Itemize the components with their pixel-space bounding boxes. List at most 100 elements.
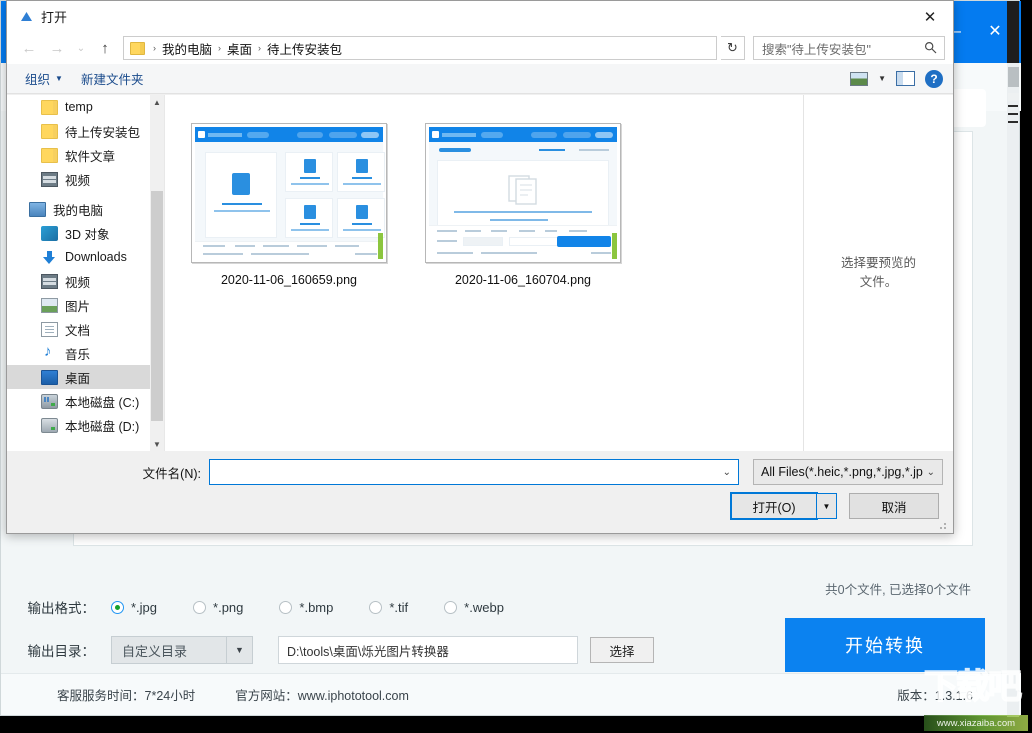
recent-locations-button[interactable]: ⌄ (71, 35, 91, 61)
cancel-button[interactable]: 取消 (849, 493, 939, 519)
output-dir-label: 输出目录： (1, 640, 111, 660)
radio-jpg[interactable]: *.jpg (111, 600, 157, 615)
tree-item-label: 图片 (65, 296, 90, 315)
breadcrumb-item-1[interactable]: 桌面 (227, 39, 252, 58)
chevron-down-icon[interactable]: ▼ (878, 74, 886, 83)
up-one-level-button[interactable]: ↑ (91, 35, 119, 61)
dialog-title: 打开 (41, 7, 67, 26)
list-item[interactable]: 2020-11-06_160704.png (423, 123, 623, 287)
organize-label: 组织 (25, 69, 50, 88)
chevron-down-icon: ▼ (55, 74, 63, 83)
dialog-close-icon[interactable]: ✕ (907, 1, 953, 32)
output-dir-mode-select[interactable]: 自定义目录 ▼ (111, 636, 253, 664)
open-dropdown-button[interactable]: ▼ (817, 493, 837, 519)
mini-footer-line (437, 230, 457, 232)
mini-title-text (208, 133, 242, 137)
open-button[interactable]: 打开(O) (731, 493, 817, 519)
footer-service-hours: 客服服务时间：7*24小时 (57, 685, 195, 704)
app-logo-icon (19, 10, 33, 24)
list-item[interactable]: 2020-11-06_160659.png (189, 123, 389, 287)
resize-grip[interactable] (939, 520, 949, 530)
mini-card (337, 198, 385, 238)
scroll-thumb[interactable] (151, 191, 163, 421)
tree-item-local-disk-d[interactable]: 本地磁盘 (D:) (7, 413, 164, 437)
mini-card (285, 198, 333, 238)
tree-item-music[interactable]: 音乐 (7, 341, 164, 365)
tree-item-documents[interactable]: 文档 (7, 317, 164, 341)
mini-footer-line (297, 245, 327, 247)
radio-dot-icon (111, 601, 124, 614)
mini-title-text (442, 133, 476, 137)
file-thumbnail[interactable] (191, 123, 387, 263)
tree-item-software-articles[interactable]: 软件文章 (7, 143, 164, 167)
mini-action (579, 149, 609, 151)
breadcrumb-item-0[interactable]: 我的电脑 (162, 39, 212, 58)
mini-footer-line (235, 245, 255, 247)
organize-menu[interactable]: 组织 ▼ (25, 69, 63, 88)
mini-footer-line (355, 253, 377, 255)
tree-item-upload-package[interactable]: 待上传安装包 (7, 119, 164, 143)
mini-footer-line (491, 230, 507, 232)
radio-webp-label: *.webp (464, 600, 504, 615)
tree-item-video-1[interactable]: 视频 (7, 167, 164, 191)
breadcrumb[interactable]: › 我的电脑 › 桌面 › 待上传安装包 (123, 36, 717, 60)
tree-item-video-2[interactable]: 视频 (7, 269, 164, 293)
tree-item-label: 待上传安装包 (65, 122, 140, 141)
output-dir-path-input[interactable]: D:\tools\桌面\烁光图片转换器 (278, 636, 578, 664)
radio-webp[interactable]: *.webp (444, 600, 504, 615)
help-icon[interactable]: ? (925, 70, 943, 88)
breadcrumb-item-2[interactable]: 待上传安装包 (267, 39, 342, 58)
refresh-icon[interactable]: ↻ (721, 36, 745, 60)
output-format-options: *.jpg *.png *.bmp *.tif *.webp (111, 600, 540, 615)
tree-item-desktop[interactable]: 桌面 (7, 365, 164, 389)
filename-input[interactable]: ⌄ (209, 459, 739, 485)
background-app-footer: 客服服务时间：7*24小时 官方网站：www.iphototool.com 版本… (1, 673, 1021, 715)
filename-label: 文件名(N): (7, 463, 209, 482)
mini-primary-button (557, 236, 611, 247)
file-thumbnail[interactable] (425, 123, 621, 263)
breadcrumb-separator: › (218, 43, 221, 53)
mini-footer-line (545, 230, 557, 232)
watermark-strip (924, 715, 1028, 731)
radio-tif[interactable]: *.tif (369, 600, 408, 615)
chevron-down-icon[interactable]: ⌄ (723, 467, 731, 478)
tree-item-pictures[interactable]: 图片 (7, 293, 164, 317)
radio-bmp[interactable]: *.bmp (279, 600, 333, 615)
view-mode-icon[interactable] (850, 72, 868, 86)
tree-item-label: 文档 (65, 320, 90, 339)
scroll-down-icon[interactable]: ▼ (150, 437, 164, 451)
mini-titlebar (429, 127, 617, 142)
tree-item-label: 音乐 (65, 344, 90, 363)
start-convert-button[interactable]: 开始转换 (785, 618, 985, 672)
scroll-up-icon[interactable]: ▲ (150, 95, 164, 109)
mini-titlebar (195, 127, 383, 142)
folder-icon (41, 124, 58, 139)
tree-item-local-disk-c[interactable]: 本地磁盘 (C:) (7, 389, 164, 413)
tree-item-this-pc[interactable]: 我的电脑 (7, 197, 164, 221)
search-input[interactable]: 搜索"待上传安装包" (753, 36, 945, 60)
tree-item-3d-objects[interactable]: 3D 对象 (7, 221, 164, 245)
mini-right-button (361, 132, 379, 138)
mini-card-desc (214, 210, 270, 212)
file-type-filter-select[interactable]: All Files(*.heic,*.png,*.jpg,*.jp ⌄ (753, 459, 943, 485)
mini-card-desc (291, 229, 329, 231)
radio-dot-icon (369, 601, 382, 614)
file-list[interactable]: 2020-11-06_160659.png (165, 95, 803, 451)
radio-png[interactable]: *.png (193, 600, 243, 615)
mini-footer-line (335, 245, 359, 247)
computer-icon (29, 202, 46, 217)
new-folder-button[interactable]: 新建文件夹 (81, 69, 144, 88)
radio-dot-icon (444, 601, 457, 614)
3d-objects-icon (41, 226, 58, 241)
forward-button[interactable]: → (43, 35, 71, 61)
mini-footer (195, 241, 383, 259)
mini-card-title (352, 223, 372, 225)
back-button[interactable]: ← (15, 35, 43, 61)
tree-item-downloads[interactable]: Downloads (7, 245, 164, 269)
tree-scrollbar[interactable]: ▲ ▼ (150, 95, 164, 451)
tree-item-temp[interactable]: temp (7, 95, 164, 119)
preview-pane-toggle-icon[interactable] (896, 71, 915, 86)
browse-button[interactable]: 选择 (590, 637, 654, 663)
mini-footer-line (519, 230, 535, 232)
mini-card-icon (304, 205, 316, 219)
